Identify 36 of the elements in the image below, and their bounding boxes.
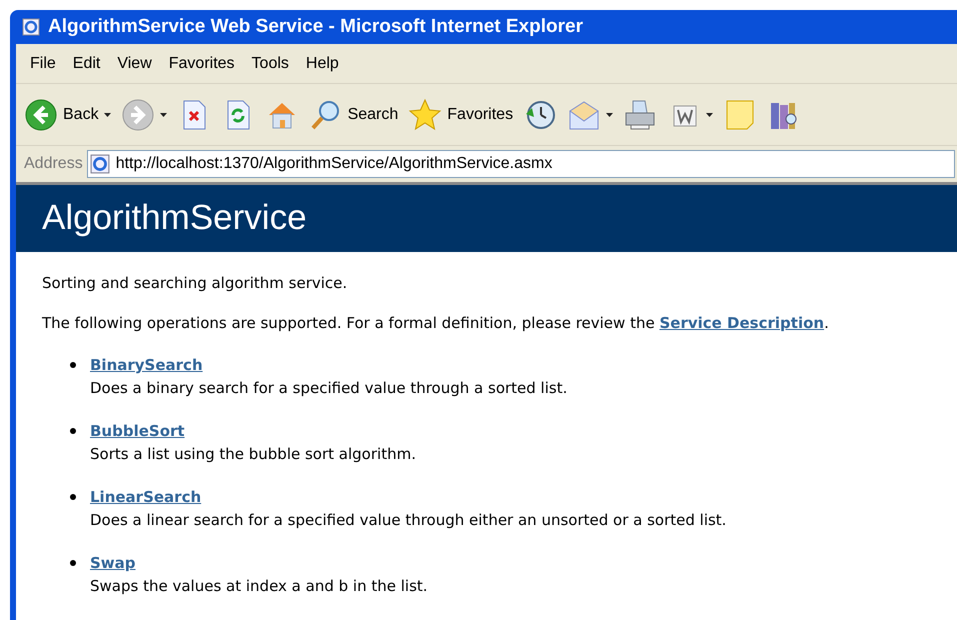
- caret-icon[interactable]: [160, 112, 167, 116]
- operation-link[interactable]: BinarySearch: [90, 354, 203, 376]
- bullet-icon: [70, 428, 76, 434]
- operations-text: The following operations are supported. For a formal definition, please review the Service Description.: [42, 312, 830, 334]
- address-label: Address: [24, 154, 83, 174]
- operation-description: Does a binary search for a specified value through a sorted list.: [90, 378, 568, 398]
- address-field[interactable]: http://localhost:1370/AlgorithmService/AlgorithmService.asmx: [86, 150, 955, 178]
- menu-item[interactable]: Help: [306, 52, 339, 76]
- window-title: AlgorithmService Web Service - Microsoft Internet Explorer: [48, 14, 583, 39]
- bullet-icon: [70, 362, 76, 368]
- page-heading: AlgorithmService: [42, 197, 307, 240]
- service-description-link[interactable]: Service Description: [659, 314, 824, 332]
- operation-description: Sorts a list using the bubble sort algorithm.: [90, 444, 416, 464]
- operation-link[interactable]: Swap: [90, 552, 136, 574]
- bullet-icon: [70, 560, 76, 566]
- menu-item[interactable]: Tools: [252, 52, 289, 76]
- operation-description: Swaps the values at index a and b in the list.: [90, 576, 428, 596]
- menu-item[interactable]: File: [30, 52, 56, 76]
- browser-e-icon: [22, 18, 40, 36]
- operation-description: Does a linear search for a specified value through either an unsorted or a sorted list.: [90, 510, 726, 530]
- toolbar-label[interactable]: Back: [63, 102, 99, 126]
- bullet-icon: [70, 494, 76, 500]
- menu-item[interactable]: Edit: [72, 52, 100, 76]
- printer-icon[interactable]: [623, 98, 658, 132]
- menu-item[interactable]: Favorites: [168, 52, 235, 76]
- toolbar-label[interactable]: Search: [348, 102, 398, 126]
- caret-icon[interactable]: [706, 112, 714, 116]
- operation-link[interactable]: BubbleSort: [90, 420, 185, 442]
- operation-link[interactable]: LinearSearch: [90, 486, 202, 508]
- caret-icon[interactable]: [606, 112, 614, 116]
- menu-item[interactable]: View: [117, 52, 152, 76]
- toolbar-label[interactable]: Favorites: [447, 102, 514, 126]
- star-icon[interactable]: [408, 98, 442, 132]
- intro-text: Sorting and searching algorithm service.: [42, 273, 348, 294]
- caret-icon[interactable]: [104, 112, 111, 116]
- page-e-icon: [90, 154, 110, 174]
